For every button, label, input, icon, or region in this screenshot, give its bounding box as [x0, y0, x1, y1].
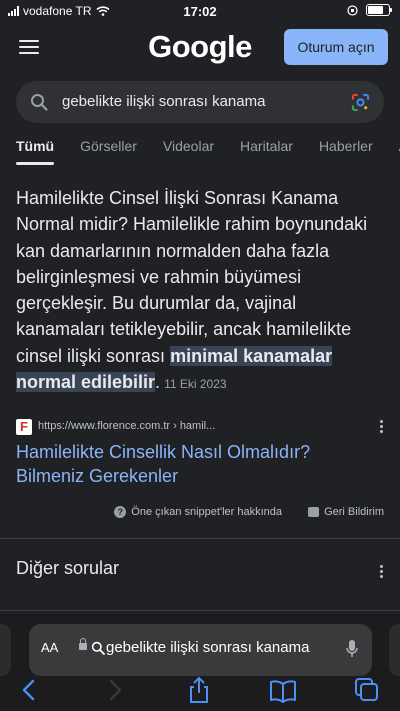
snippet-body: Hamilelikte Cinsel İlişki Sonrası Kanama… [16, 188, 368, 366]
address-text[interactable]: gebelikte ilişki sonrası kanama [106, 639, 309, 656]
snippet-date: 11 Eki 2023 [164, 377, 227, 392]
search-tabs: Tümü Görseller Videolar Haritalar Haberl… [16, 138, 400, 168]
tab-videos[interactable]: Videolar [163, 138, 214, 168]
status-bar: vodafone TR 17:02 [0, 0, 400, 24]
previous-tab-peek[interactable] [0, 624, 11, 676]
search-input[interactable]: gebelikte ilişki sonrası kanama [62, 93, 265, 110]
source-url[interactable]: https://www.florence.com.tr › hamil... [38, 420, 215, 432]
lock-icon [79, 638, 87, 650]
google-lens-icon[interactable] [351, 93, 370, 112]
paa-more-vert-icon[interactable] [380, 565, 384, 579]
next-tab-peek[interactable] [389, 624, 400, 676]
share-icon[interactable] [184, 676, 214, 704]
feedback-label: Geri Bildirim [324, 506, 384, 518]
source-row[interactable]: F https://www.florence.com.tr › hamil... [16, 418, 384, 438]
battery-icon [366, 4, 392, 16]
forward-icon[interactable] [100, 676, 130, 704]
featured-snippet-text: Hamilelikte Cinsel İlişki Sonrası Kanama… [16, 185, 386, 397]
bookmarks-icon[interactable] [268, 676, 298, 704]
reader-aa-button[interactable]: AA [41, 640, 58, 655]
tab-maps[interactable]: Haritalar [240, 138, 293, 168]
browser-toolbar [0, 676, 400, 706]
help-icon: ? [114, 506, 127, 518]
about-snippets-label: Öne çıkan snippet'ler hakkında [131, 506, 282, 518]
search-box[interactable]: gebelikte ilişki sonrası kanama [16, 81, 384, 123]
address-search-icon [91, 641, 105, 655]
result-title-link[interactable]: Hamilelikte Cinsellik Nasıl Olmalıdır? B… [16, 440, 376, 488]
google-header: Google Oturum açın [0, 24, 400, 74]
people-also-ask-title: Diğer sorular [16, 558, 120, 578]
signin-button[interactable]: Oturum açın [284, 29, 388, 65]
snippet-trailing: . [155, 372, 161, 393]
more-vert-icon[interactable] [380, 420, 384, 434]
divider [0, 538, 400, 539]
feedback-icon [308, 507, 320, 517]
clock: 17:02 [183, 4, 217, 19]
feedback-link[interactable]: Geri Bildirim [308, 506, 384, 518]
status-right [347, 4, 392, 16]
divider [0, 610, 400, 611]
orientation-lock-icon [347, 4, 358, 16]
microphone-icon[interactable] [346, 639, 358, 659]
snippet-footer: ? Öne çıkan snippet'ler hakkında Geri Bi… [0, 504, 400, 524]
tab-images[interactable]: Görseller [80, 138, 137, 168]
back-icon[interactable] [14, 676, 44, 704]
about-snippets-link[interactable]: ? Öne çıkan snippet'ler hakkında [114, 506, 282, 518]
tab-news[interactable]: Haberler [319, 138, 373, 168]
tab-all[interactable]: Tümü [16, 138, 55, 168]
tabs-icon[interactable] [352, 676, 382, 704]
address-bar[interactable]: AA gebelikte ilişki sonrası kanama [29, 624, 372, 676]
site-favicon-icon: F [16, 419, 32, 435]
search-icon[interactable] [30, 93, 48, 111]
